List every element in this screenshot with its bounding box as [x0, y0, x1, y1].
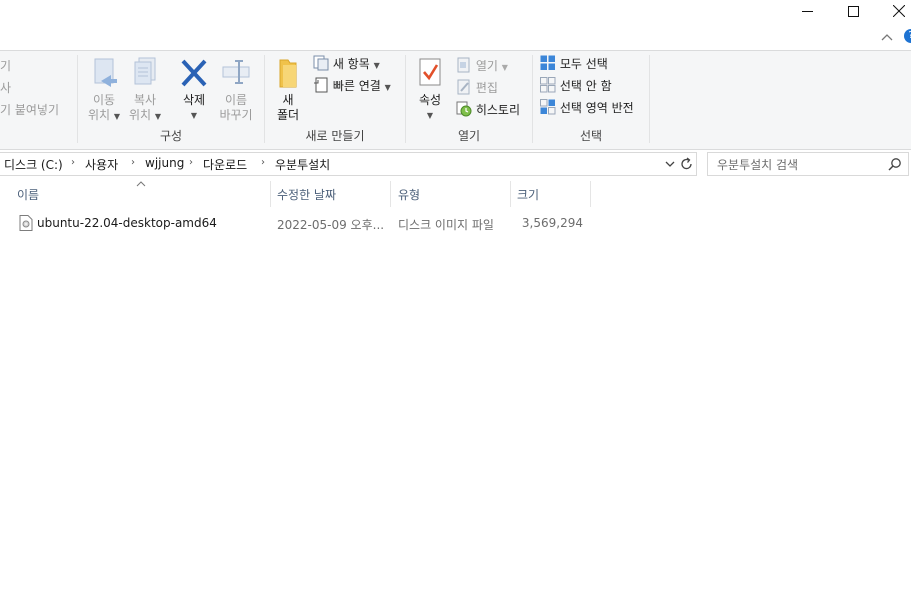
open-icon	[457, 57, 470, 73]
column-header-size[interactable]: 크기	[517, 186, 539, 203]
sort-ascending-icon	[136, 181, 146, 187]
open-group-label: 열기	[457, 129, 481, 143]
clipboard-partial-line1[interactable]: 기	[0, 57, 11, 74]
invert-selection-icon	[540, 99, 556, 115]
chevron-right-icon[interactable]: ›	[71, 157, 75, 168]
history-icon	[456, 101, 472, 117]
file-modified: 2022-05-09 오후...	[277, 218, 385, 232]
breadcrumb-drive[interactable]: 디스크 (C:)	[4, 156, 63, 173]
file-size: 3,569,294	[521, 216, 583, 230]
maximize-button[interactable]	[830, 0, 876, 22]
delete-x-icon	[181, 59, 207, 87]
rename-button[interactable]: 이름 바꾸기	[216, 57, 256, 123]
chevron-down-icon[interactable]	[664, 158, 676, 170]
move-to-button[interactable]: 이동 위치 ▼	[84, 57, 124, 124]
chevron-right-icon[interactable]: ›	[189, 157, 193, 168]
refresh-icon[interactable]	[680, 157, 694, 171]
open-button[interactable]: 열기 ▼	[456, 57, 508, 74]
breadcrumb-downloads[interactable]: 다운로드	[203, 156, 247, 173]
title-bar	[0, 0, 911, 30]
ribbon: 기 사 기 붙여넣기 이동 위치 ▼ 복사 위치 ▼ 삭제 ▼ 이름 바꾸기 구…	[0, 50, 911, 150]
delete-dropdown-caret[interactable]: ▼	[174, 108, 214, 123]
easy-access-icon	[314, 77, 328, 93]
rename-icon	[222, 60, 250, 84]
file-row[interactable]: ubuntu-22.04-desktop-amd64 2022-05-09 오후…	[0, 211, 600, 235]
copy-to-icon	[134, 57, 156, 85]
search-box[interactable]: 우분투설치 검색	[707, 152, 909, 176]
chevron-up-icon	[881, 34, 893, 41]
column-divider[interactable]	[510, 181, 511, 207]
breadcrumb-users[interactable]: 사용자	[85, 156, 118, 173]
history-label: 히스토리	[475, 103, 520, 117]
copy-to-label-1: 복사	[133, 93, 157, 107]
column-header-type[interactable]: 유형	[398, 186, 420, 203]
properties-dropdown-caret[interactable]: ▼	[412, 108, 448, 123]
new-folder-icon	[279, 59, 297, 88]
breadcrumb-current[interactable]: 우분투설치	[275, 156, 330, 173]
select-all-button[interactable]: 모두 선택	[540, 55, 608, 72]
minimize-icon	[801, 10, 813, 12]
column-divider[interactable]	[390, 181, 391, 207]
chevron-right-icon[interactable]: ›	[261, 157, 265, 168]
column-header-modified[interactable]: 수정한 날짜	[277, 186, 336, 203]
new-folder-button[interactable]: 새 폴더	[270, 57, 306, 123]
paste-button-partial[interactable]: 기 붙여넣기	[0, 101, 59, 118]
column-divider[interactable]	[590, 181, 591, 207]
new-folder-label-2: 폴더	[276, 108, 300, 122]
rename-label-2: 바꾸기	[219, 108, 253, 122]
properties-label: 속성	[418, 93, 442, 107]
invert-selection-button[interactable]: 선택 영역 반전	[540, 99, 634, 116]
select-none-label: 선택 안 함	[559, 79, 612, 93]
column-divider[interactable]	[270, 181, 271, 207]
properties-check-icon	[419, 58, 441, 86]
select-all-icon	[540, 55, 555, 70]
help-button[interactable]: ?	[904, 29, 911, 43]
address-bar[interactable]: 디스크 (C:) › 사용자 › wjjung › 다운로드 › 우분투설치	[0, 152, 697, 176]
select-none-button[interactable]: 선택 안 함	[540, 77, 612, 94]
delete-label: 삭제	[182, 93, 206, 107]
close-button[interactable]	[876, 0, 911, 22]
breadcrumb-user[interactable]: wjjung	[145, 156, 184, 170]
delete-button[interactable]: 삭제 ▼	[174, 57, 214, 123]
search-placeholder: 우분투설치 검색	[717, 158, 799, 172]
column-header-name[interactable]: 이름	[17, 186, 39, 203]
close-icon	[893, 5, 905, 17]
select-group-label: 선택	[579, 129, 603, 143]
invert-selection-label: 선택 영역 반전	[559, 101, 634, 115]
move-to-label-1: 이동	[92, 93, 116, 107]
new-item-icon	[313, 55, 329, 71]
rename-label-1: 이름	[224, 93, 248, 107]
edit-button[interactable]: 편집	[456, 79, 498, 96]
easy-access-button[interactable]: 빠른 연결 ▼	[313, 77, 391, 94]
file-name[interactable]: ubuntu-22.04-desktop-amd64	[37, 216, 217, 230]
select-all-label: 모두 선택	[559, 57, 608, 71]
copy-to-button[interactable]: 복사 위치 ▼	[125, 57, 165, 124]
properties-button[interactable]: 속성 ▼	[412, 57, 448, 123]
select-none-icon	[540, 77, 556, 93]
file-type: 디스크 이미지 파일	[398, 218, 494, 232]
new-item-button[interactable]: 새 항목 ▼	[313, 55, 380, 72]
edit-icon	[457, 79, 470, 95]
clipboard-partial-line2[interactable]: 사	[0, 79, 11, 96]
move-to-icon	[94, 58, 117, 87]
minimize-button[interactable]	[784, 0, 830, 22]
organize-group-label: 구성	[159, 129, 183, 143]
move-to-label-2: 위치 ▼	[87, 108, 121, 122]
group-divider	[649, 55, 650, 143]
new-group-label: 새로 만들기	[305, 129, 365, 143]
open-label: 열기	[475, 59, 498, 73]
search-icon[interactable]	[888, 157, 902, 171]
ribbon-collapse-button[interactable]	[880, 30, 896, 46]
new-folder-label-1: 새	[282, 93, 294, 107]
disc-image-file-icon	[19, 215, 33, 231]
edit-label: 편집	[475, 81, 498, 95]
new-item-label: 새 항목	[332, 57, 370, 71]
chevron-right-icon[interactable]: ›	[131, 157, 135, 168]
copy-to-label-2: 위치 ▼	[128, 108, 162, 122]
maximize-icon	[847, 5, 859, 17]
easy-access-label: 빠른 연결	[332, 79, 381, 93]
history-button[interactable]: 히스토리	[456, 101, 520, 118]
